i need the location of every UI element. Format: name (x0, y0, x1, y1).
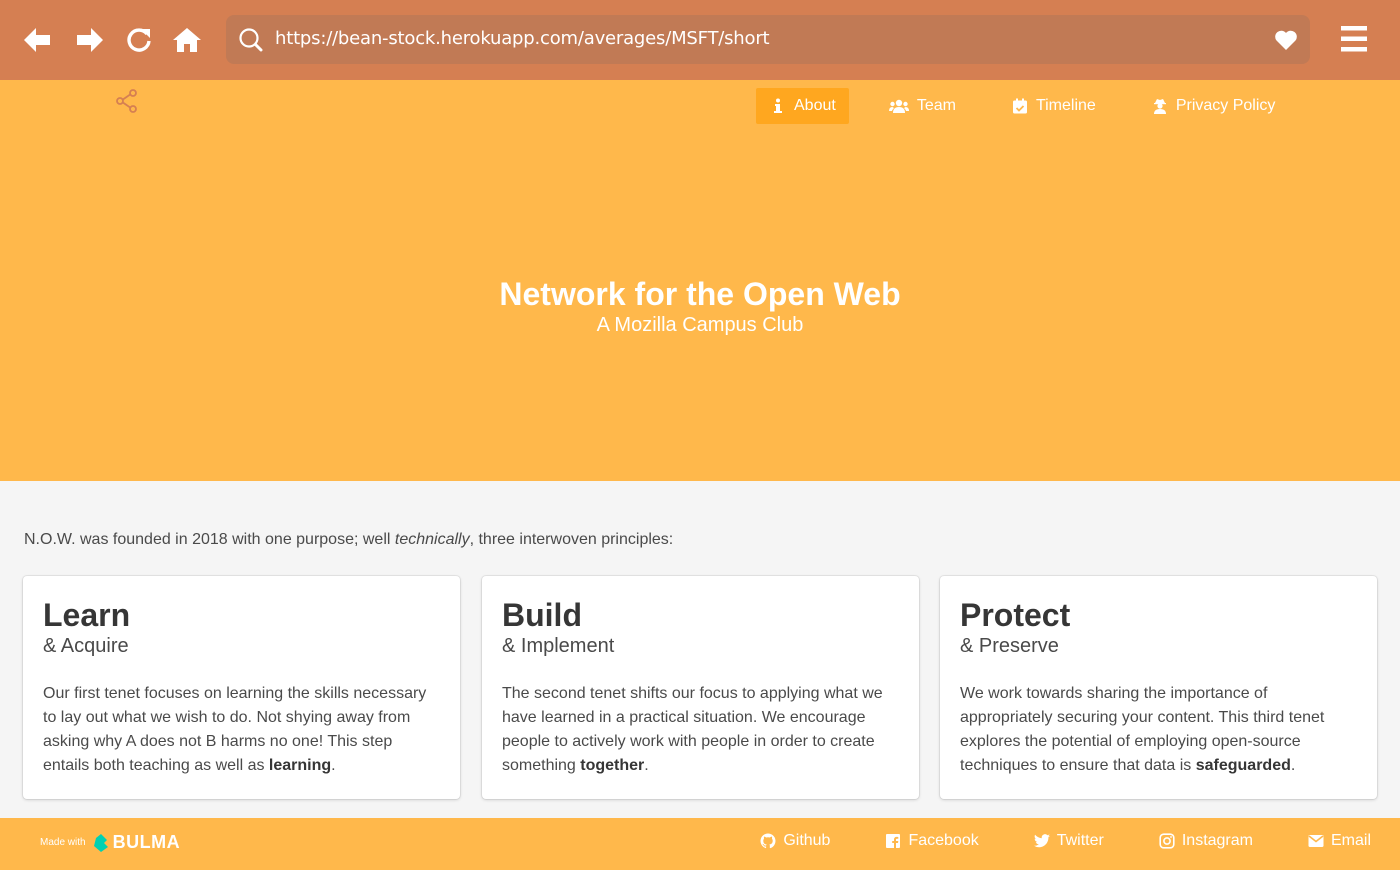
footer-link-label: Twitter (1056, 832, 1104, 849)
footer-link-email[interactable]: Email (1308, 832, 1371, 850)
hero-title: Network for the Open Web (499, 276, 901, 312)
search-icon (239, 28, 263, 52)
footer-link-label: Github (783, 832, 831, 849)
footer-links: Github Facebook Twitter Instagram Email (760, 832, 1371, 850)
card-end: . (331, 757, 336, 774)
card-subtitle: & Acquire (43, 635, 129, 657)
bulma-logo-icon (93, 833, 108, 852)
card-protect: Protect & Preserve We work towards shari… (940, 576, 1377, 799)
bulma-brand: BULMA (112, 832, 181, 852)
facebook-icon (886, 834, 901, 849)
url-text[interactable]: https://bean-stock.herokuapp.com/average… (275, 28, 770, 49)
user-secret-icon (1153, 99, 1166, 114)
card-end: . (1290, 757, 1296, 774)
footer-link-github[interactable]: Github (760, 832, 830, 850)
intro-emphasis: technically (394, 531, 470, 548)
footer-link-label: Facebook (908, 832, 979, 849)
card-title: Learn (43, 597, 131, 633)
nav-label: Timeline (1035, 97, 1096, 114)
intro-before: N.O.W. was founded in 2018 with one purp… (24, 531, 395, 548)
footer-link-label: Email (1330, 832, 1371, 849)
card-text: We work towards sharing the importance o… (960, 682, 1357, 778)
footer-link-instagram[interactable]: Instagram (1159, 832, 1253, 850)
card-subtitle: & Preserve (960, 635, 1059, 657)
nav-item-privacy-policy[interactable]: Privacy Policy (1152, 88, 1276, 124)
card-strong: together (580, 757, 645, 774)
card-text: The second tenet shifts our focus to app… (502, 682, 899, 778)
nav-item-team[interactable]: Team (888, 88, 956, 124)
users-icon (888, 99, 909, 113)
home-button[interactable] (169, 22, 205, 58)
card-body: Our first tenet focuses on learning the … (43, 685, 427, 774)
footer-link-facebook[interactable]: Facebook (885, 832, 979, 850)
nav-label: Team (916, 97, 956, 114)
footer-link-label: Instagram (1181, 832, 1253, 849)
forward-arrow-icon (77, 28, 103, 52)
heart-icon[interactable] (1274, 29, 1298, 51)
calendar-check-icon (1012, 98, 1027, 114)
reload-icon (127, 28, 151, 52)
instagram-icon (1159, 833, 1175, 849)
hamburger-menu-icon[interactable] (1338, 24, 1370, 54)
card-build: Build & Implement The second tenet shift… (482, 576, 919, 799)
twitter-icon (1033, 834, 1050, 848)
footer: Made with BULMA Github Facebook Twitter … (0, 818, 1400, 870)
nav-label: About (794, 97, 836, 114)
card-learn: Learn & Acquire Our first tenet focuses … (23, 576, 460, 799)
made-with-label: Made with (40, 837, 86, 848)
card-strong: safeguarded (1195, 757, 1291, 774)
hero-subtitle: A Mozilla Campus Club (596, 314, 804, 336)
envelope-icon (1308, 835, 1324, 847)
info-icon (774, 98, 782, 113)
card-title: Build (502, 597, 582, 633)
nav-item-about[interactable]: About (756, 88, 849, 124)
back-arrow-icon (24, 28, 50, 52)
nav-item-timeline[interactable]: Timeline (1012, 88, 1096, 124)
reload-button[interactable] (121, 22, 157, 58)
intro-after: , three interwoven principles: (469, 531, 674, 548)
share-icon[interactable] (114, 88, 140, 114)
card-text: Our first tenet focuses on learning the … (43, 682, 440, 778)
home-icon (173, 28, 201, 52)
browser-toolbar: https://bean-stock.herokuapp.com/average… (0, 0, 1400, 80)
card-subtitle: & Implement (502, 635, 615, 657)
github-icon (760, 833, 776, 849)
card-title: Protect (960, 597, 1071, 633)
footer-link-twitter[interactable]: Twitter (1033, 832, 1104, 850)
hero-section: About Team Timeline Privacy Policy Netwo… (0, 80, 1400, 481)
card-end: . (644, 757, 649, 774)
nav-label: Privacy Policy (1175, 97, 1276, 114)
back-button[interactable] (19, 22, 55, 58)
main-navbar: About Team Timeline Privacy Policy (756, 88, 1275, 124)
card-body: The second tenet shifts our focus to app… (502, 685, 883, 774)
made-with-bulma-badge[interactable]: Made with BULMA (40, 832, 180, 853)
intro-text: N.O.W. was founded in 2018 with one purp… (24, 531, 673, 549)
card-strong: learning (268, 757, 332, 774)
forward-button[interactable] (72, 22, 108, 58)
address-bar[interactable]: https://bean-stock.herokuapp.com/average… (226, 15, 1310, 64)
